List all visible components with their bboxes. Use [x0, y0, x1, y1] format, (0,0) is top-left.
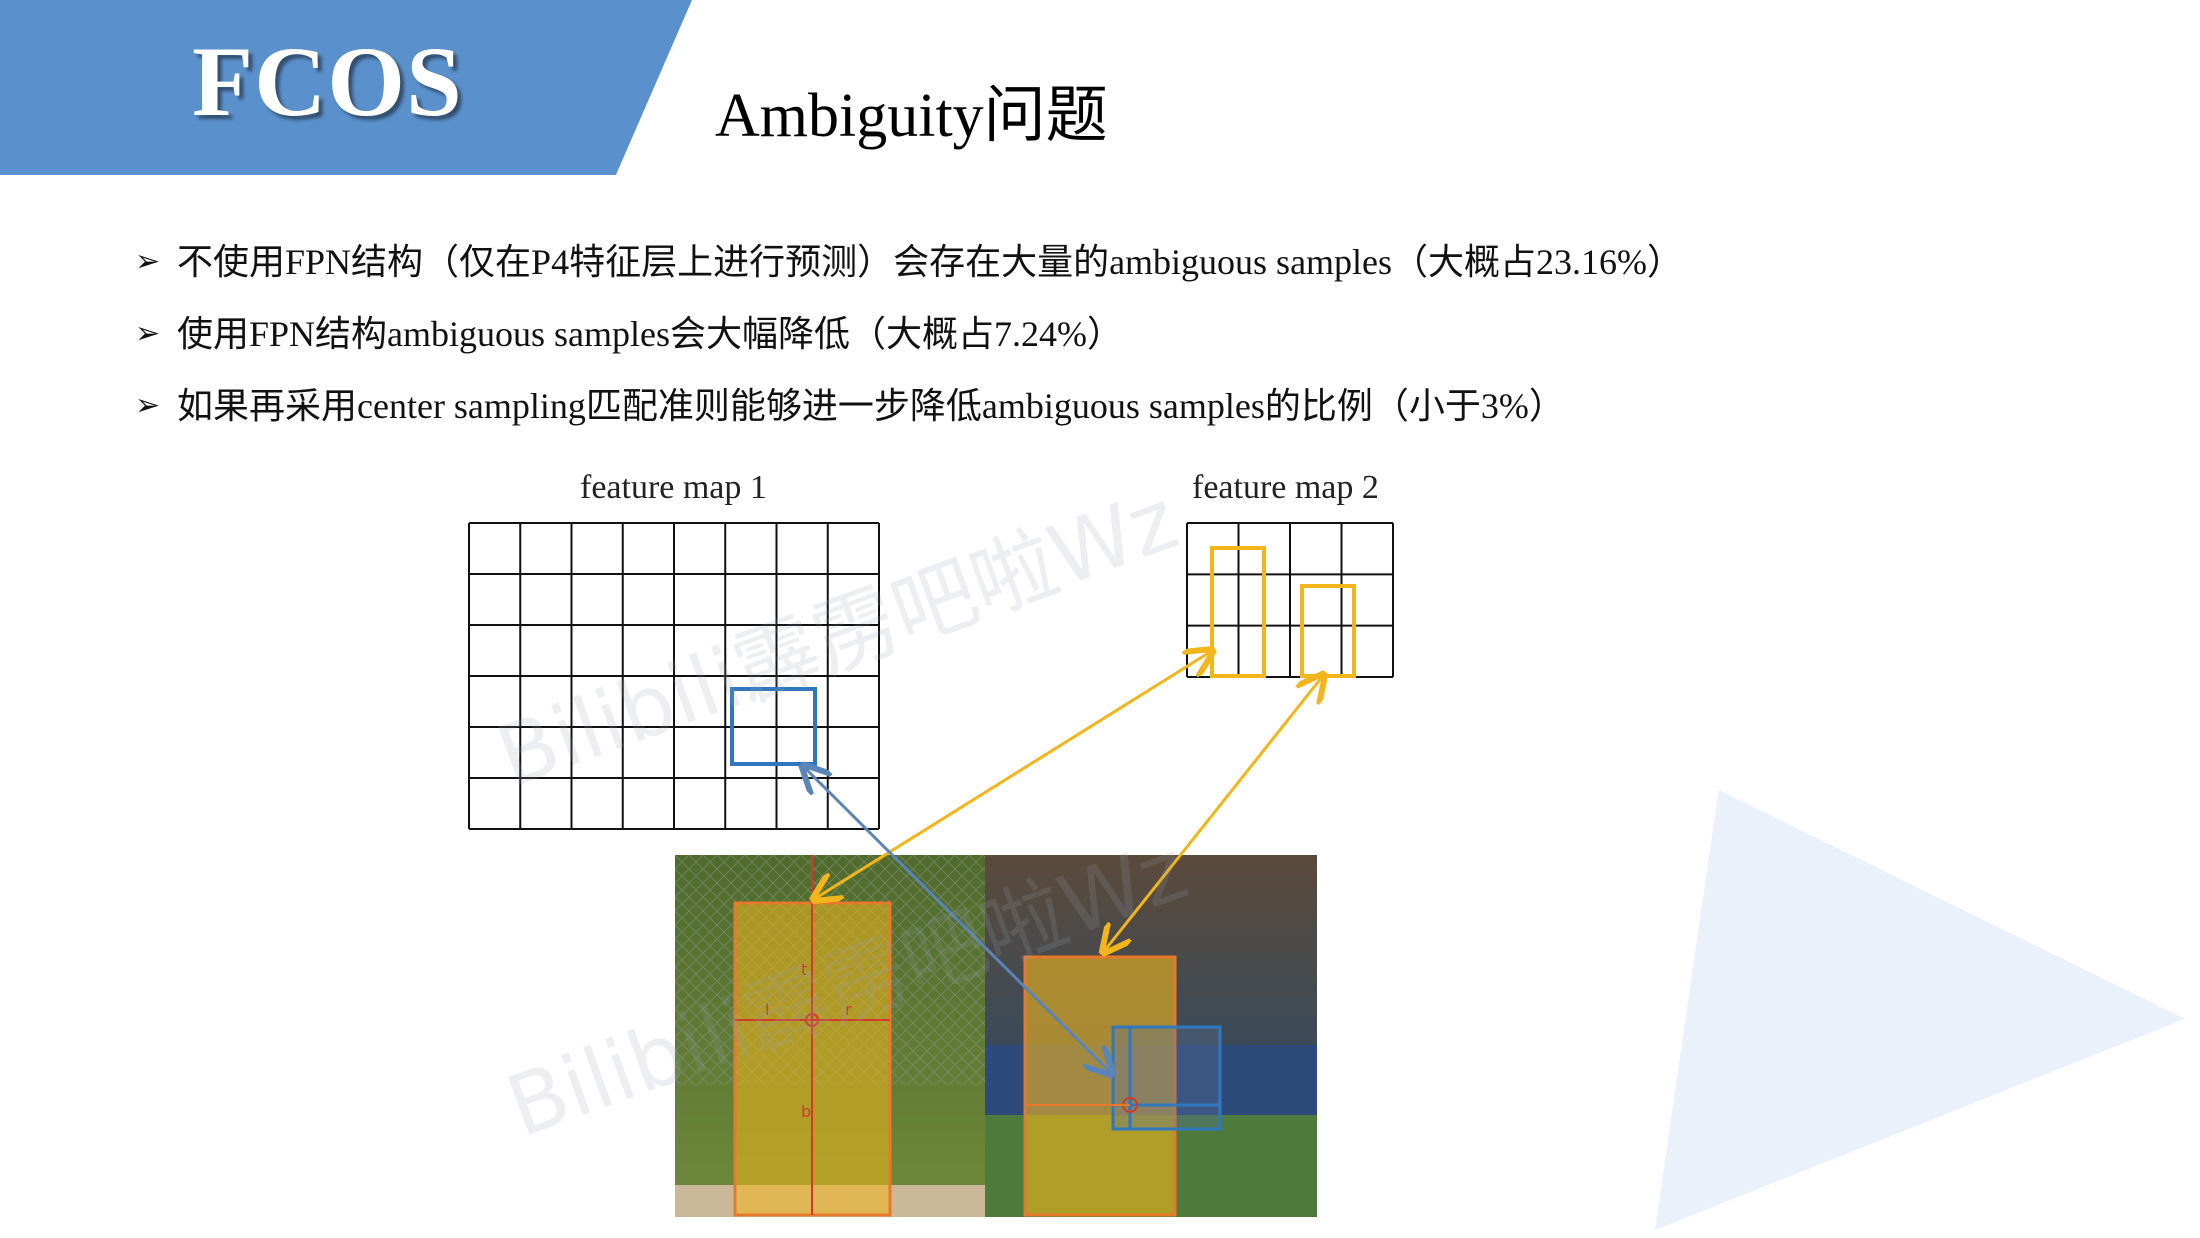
connector-arrows — [0, 0, 2200, 1238]
